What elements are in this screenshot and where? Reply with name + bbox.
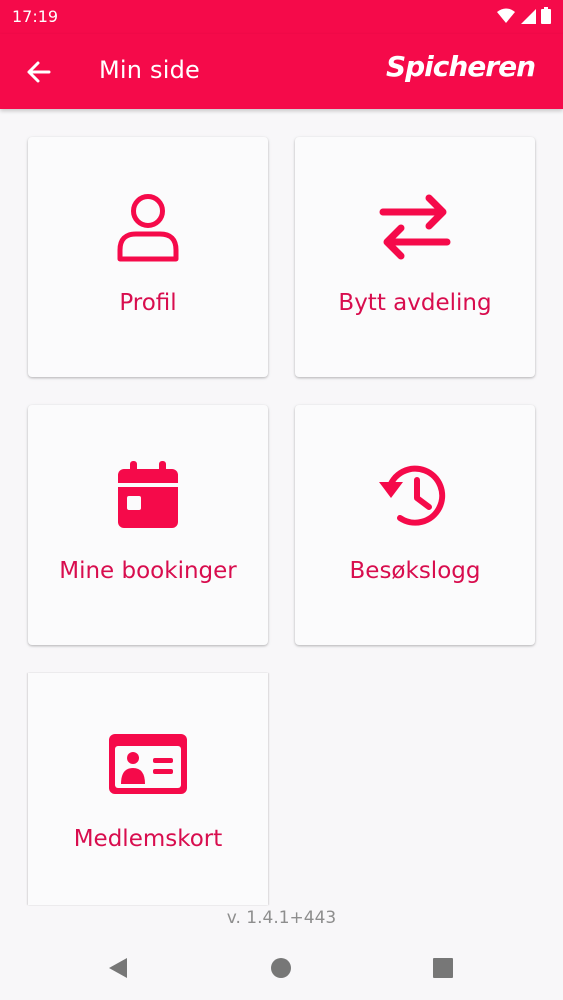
swap-arrows-icon (379, 194, 451, 260)
nav-recents-button[interactable] (430, 955, 456, 981)
app-bar: Min side Spicheren (0, 34, 563, 109)
status-icons (497, 7, 551, 24)
tile-label: Profil (119, 290, 177, 316)
circle-home-icon (271, 958, 291, 978)
system-nav-bar (0, 935, 563, 1000)
id-card-icon (109, 734, 187, 794)
version-label: v. 1.4.1+443 (226, 908, 337, 928)
tile-label: Mine bookinger (59, 558, 237, 584)
status-bar: 17:19 (0, 0, 563, 34)
tile-profil[interactable]: Profil (28, 137, 268, 377)
tile-bytt-avdeling[interactable]: Bytt avdeling (295, 137, 535, 377)
tile-besokslogg[interactable]: Besøkslogg (295, 405, 535, 645)
calendar-icon (118, 461, 178, 528)
tile-mine-bookinger[interactable]: Mine bookinger (28, 405, 268, 645)
tile-label: Bytt avdeling (338, 290, 492, 316)
brand-logo: Spicheren (385, 50, 536, 83)
tile-medlemskort[interactable]: Medlemskort (28, 673, 268, 905)
history-icon (379, 465, 446, 526)
nav-back-button[interactable] (105, 955, 131, 981)
arrow-left-icon (27, 61, 51, 83)
signal-icon (521, 8, 536, 24)
triangle-back-icon (109, 958, 127, 978)
back-button[interactable] (20, 54, 56, 90)
square-recents-icon (433, 958, 453, 978)
page-title: Min side (99, 56, 200, 84)
wifi-icon (497, 8, 515, 23)
battery-icon (541, 7, 551, 24)
person-icon (117, 194, 179, 262)
nav-home-button[interactable] (268, 955, 294, 981)
tile-label: Medlemskort (73, 826, 223, 852)
status-time: 17:19 (12, 7, 59, 26)
tile-label: Besøkslogg (349, 558, 481, 584)
